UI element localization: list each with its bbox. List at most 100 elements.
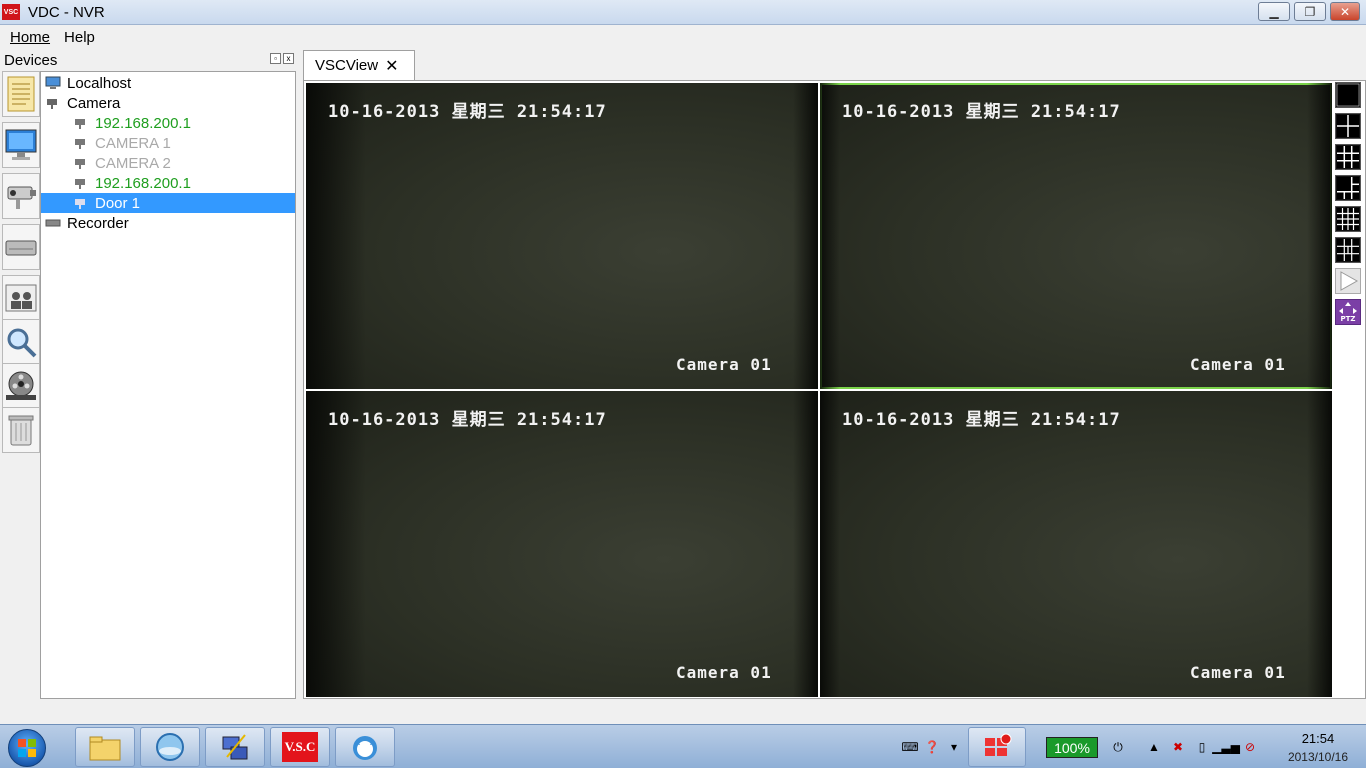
tree-label: Camera [67, 94, 121, 112]
tree-item-camera-2[interactable]: CAMERA 2 [73, 153, 171, 173]
camera-icon [75, 159, 85, 169]
play-icon[interactable] [1335, 268, 1361, 294]
video-cell-4[interactable]: 10-16-2013 星期三 21:54:17 Camera 01 [820, 391, 1332, 697]
cat-face-icon [353, 736, 377, 760]
windows-logo-icon [18, 739, 36, 757]
tree-item-camera-ip-2[interactable]: 192.168.200.1 [73, 173, 191, 193]
start-button[interactable] [8, 729, 46, 767]
minimize-button[interactable]: ▁ [1258, 2, 1290, 21]
people-icon[interactable] [2, 275, 40, 321]
computer-icon [45, 76, 61, 89]
devices-title: Devices [4, 51, 58, 69]
show-hidden-icons[interactable]: ▲ [1146, 739, 1162, 755]
taskbar-vsc-button[interactable]: V.S.C [270, 727, 330, 767]
network-error-icon[interactable]: ✖ [1170, 739, 1186, 755]
tree-label: Localhost [67, 74, 132, 92]
video-cell-1[interactable]: 10-16-2013 星期三 21:54:17 Camera 01 [306, 83, 818, 389]
tree-item-camera-1[interactable]: CAMERA 1 [73, 133, 171, 153]
video-cell-3[interactable]: 10-16-2013 星期三 21:54:17 Camera 01 [306, 391, 818, 697]
osd-camera-name: Camera 01 [1190, 663, 1286, 682]
camera-icon [75, 199, 85, 209]
power-plug-icon[interactable]: ⏻ [1110, 739, 1126, 755]
close-panel-button[interactable]: x [283, 53, 294, 64]
monitor-icon[interactable] [2, 122, 40, 168]
tree-item-camera-ip-1[interactable]: 192.168.200.1 [73, 113, 191, 133]
osd-timestamp: 10-16-2013 星期三 21:54:17 [328, 102, 607, 122]
tree-item-recorder[interactable]: Recorder [45, 213, 129, 233]
taskbar-network-button[interactable] [205, 727, 265, 767]
taskbar-clock[interactable]: 21:54 2013/10/16 [1288, 730, 1348, 766]
menu-home[interactable]: Home [10, 29, 50, 46]
menu-help[interactable]: Help [64, 29, 95, 46]
tab-close-icon[interactable]: ✕ [385, 56, 398, 76]
title-bar: VSC VDC - NVR ▁ ❐ ✕ [0, 0, 1366, 25]
osd-camera-name: Camera 01 [676, 355, 772, 374]
keyboard-icon[interactable]: ⌨ [901, 739, 918, 755]
tab-vscview[interactable]: VSCView ✕ [303, 50, 415, 80]
window-title: VDC - NVR [28, 3, 105, 21]
recorder-icon [45, 219, 61, 227]
layout-4-icon[interactable] [1335, 113, 1361, 139]
float-panel-button[interactable]: ▫ [270, 53, 281, 64]
osd-camera-name: Camera 01 [1190, 355, 1286, 374]
devices-panel-header: Devices ▫ x [0, 50, 296, 70]
help-icon[interactable]: ❓ [924, 739, 940, 755]
device-tree: Localhost Camera 192.168.200.1 CAMERA 1 … [40, 71, 296, 699]
layout-9-icon[interactable] [1335, 144, 1361, 170]
osd-timestamp: 10-16-2013 星期三 21:54:17 [328, 410, 607, 430]
app-logo: VSC [2, 4, 20, 20]
tree-label: CAMERA 1 [95, 134, 171, 152]
layout-6-icon[interactable] [1335, 175, 1361, 201]
camera-icon [75, 139, 85, 149]
film-icon[interactable] [2, 363, 40, 409]
camera-icon [75, 179, 85, 189]
device-icon[interactable]: ▯ [1194, 739, 1210, 755]
notes-icon[interactable] [2, 71, 40, 117]
folder-icon [89, 736, 121, 761]
recorder-icon[interactable] [2, 224, 40, 270]
layout-16-icon[interactable] [1335, 206, 1361, 232]
tree-label: 192.168.200.1 [95, 174, 191, 192]
network-icon [222, 734, 248, 760]
vsc-logo: V.S.C [282, 732, 318, 762]
tree-label: CAMERA 2 [95, 154, 171, 172]
pin-icon[interactable]: ▾ [946, 739, 962, 755]
globe-icon [156, 733, 184, 761]
tab-label: VSCView [315, 57, 379, 74]
signal-icon[interactable]: ▁▃▅ [1212, 739, 1240, 755]
shield-alert-icon [985, 733, 1012, 756]
tree-item-door-1[interactable]: Door 1 [41, 193, 295, 213]
mute-icon[interactable]: ⊘ [1242, 739, 1258, 755]
camera-icon[interactable] [2, 173, 40, 219]
search-icon[interactable] [2, 319, 40, 365]
clock-time: 21:54 [1301, 731, 1335, 746]
camera-group-icon [47, 99, 57, 109]
menu-bar: Home Help [0, 26, 1366, 48]
device-toolstrip [0, 71, 40, 453]
tree-item-camera[interactable]: Camera [45, 93, 120, 113]
video-view: 10-16-2013 星期三 21:54:17 Camera 01 10-16-… [303, 80, 1366, 699]
taskbar-explorer-button[interactable] [75, 727, 135, 767]
layout-custom-icon[interactable] [1335, 237, 1361, 263]
taskbar-alert-button[interactable] [968, 727, 1026, 767]
taskbar-app-button[interactable] [335, 727, 395, 767]
ptz-icon[interactable]: PTZ [1335, 299, 1361, 325]
restore-button[interactable]: ❐ [1294, 2, 1326, 21]
osd-timestamp: 10-16-2013 星期三 21:54:17 [842, 102, 1121, 122]
taskbar: V.S.C ⌨ ❓ ▾ 100% ⏻ ▲ ✖ ▯ ▁▃▅ ⊘ 21:54 201… [0, 724, 1366, 768]
osd-camera-name: Camera 01 [676, 663, 772, 682]
trash-icon[interactable] [2, 407, 40, 453]
osd-timestamp: 10-16-2013 星期三 21:54:17 [842, 410, 1121, 430]
camera-icon [75, 119, 85, 129]
clock-date: 2013/10/16 [1287, 750, 1348, 764]
layout-1-icon[interactable] [1335, 82, 1361, 108]
tree-label: 192.168.200.1 [95, 114, 191, 132]
tree-label: Recorder [67, 214, 129, 232]
ptz-label: PTZ [1341, 315, 1356, 323]
tree-label: Door 1 [95, 194, 141, 212]
video-cell-2[interactable]: 10-16-2013 星期三 21:54:17 Camera 01 [820, 83, 1332, 389]
tree-item-localhost[interactable]: Localhost [45, 73, 131, 93]
close-button[interactable]: ✕ [1330, 2, 1360, 21]
taskbar-browser-button[interactable] [140, 727, 200, 767]
battery-indicator[interactable]: 100% [1046, 737, 1098, 758]
